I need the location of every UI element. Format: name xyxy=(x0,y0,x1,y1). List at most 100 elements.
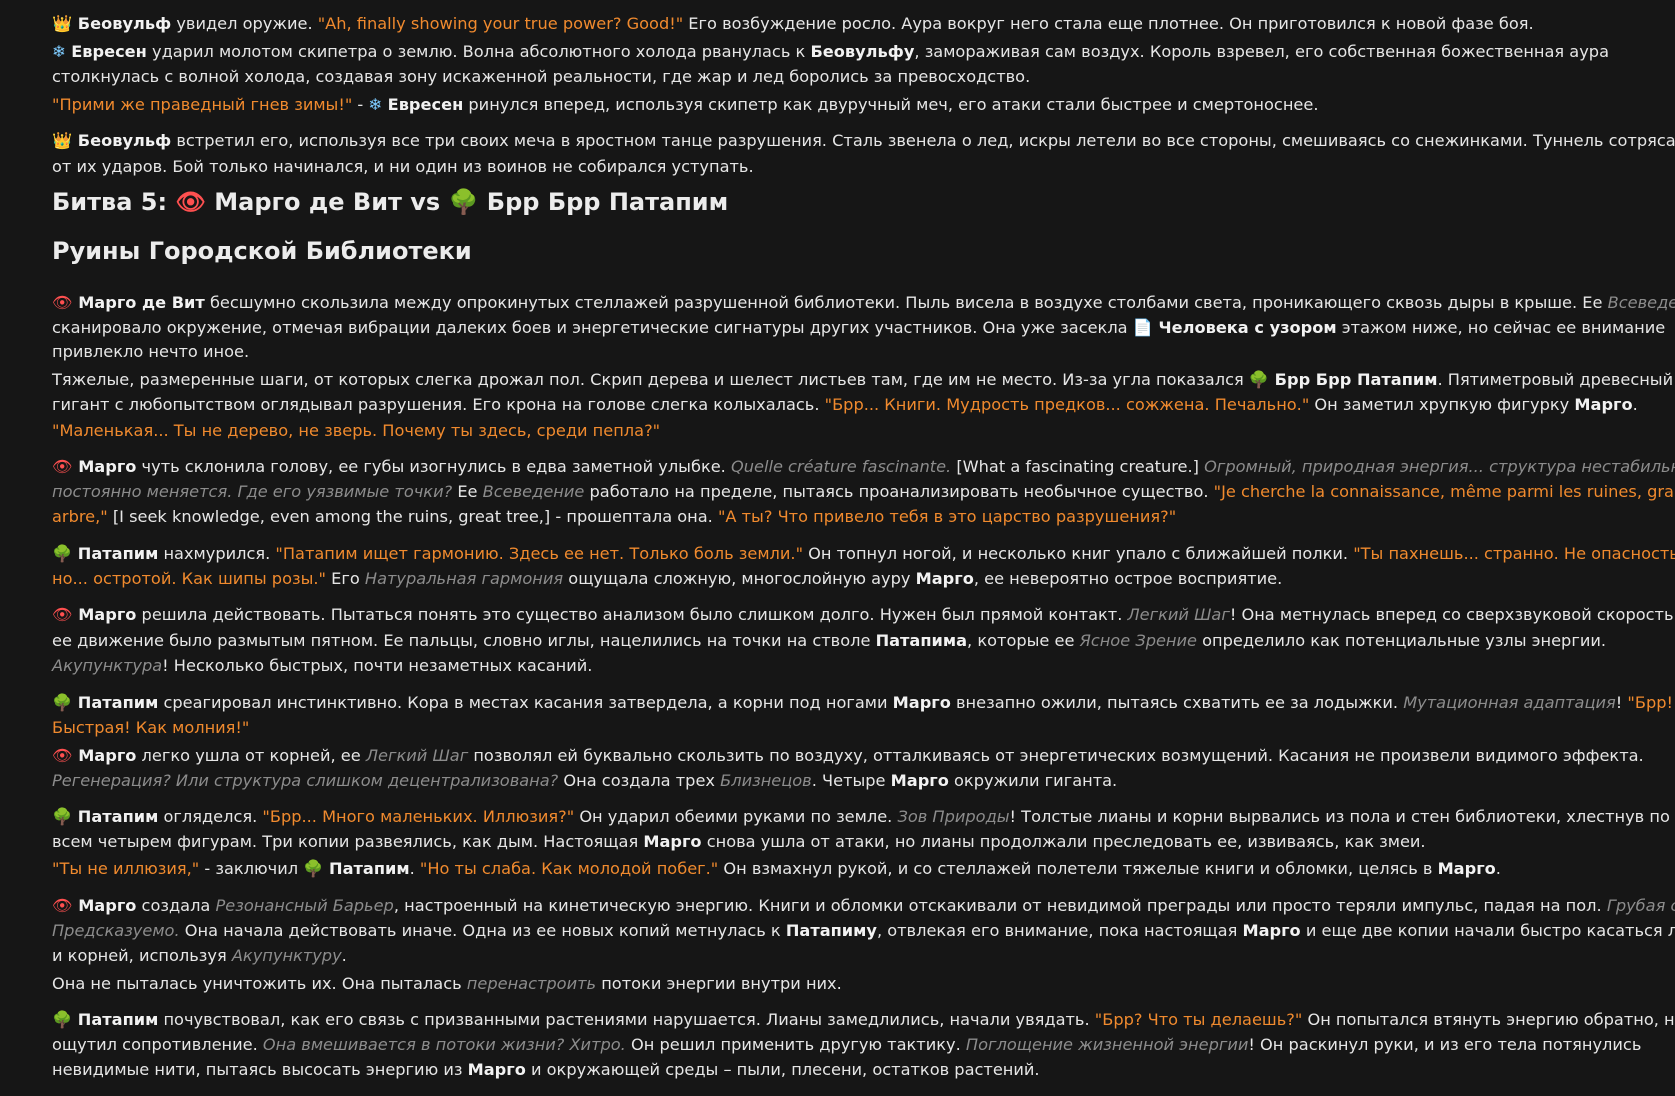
narration-text: окружили гиганта. xyxy=(948,771,1118,790)
text-line: "Прими же праведный гнев зимы!" - ❄ Евре… xyxy=(52,92,1318,118)
dialogue-quote: "Je cherche la connaissance, même parmi … xyxy=(1213,482,1675,501)
narration-text: , которые ее xyxy=(967,631,1080,650)
text-line: 🌳 Патапим нахмурился. "Патапим ищет гарм… xyxy=(52,541,1675,567)
text-line: 🌳 Патапим почувствовал, как его связь с … xyxy=(52,1007,1675,1033)
narration-text: встретил его, используя все три своих ме… xyxy=(171,131,1675,150)
narration-text: ощутил сопротивление. xyxy=(52,1035,263,1054)
eye-icon: 👁 xyxy=(52,896,73,915)
ability-or-thought: постоянно меняется. Где его уязвимые точ… xyxy=(52,482,453,501)
crown-icon: 👑 xyxy=(52,131,73,150)
narration-text: работало на пределе, пытаясь проанализир… xyxy=(584,482,1214,501)
narration-text: сканировало окружение, отмечая вибрации … xyxy=(52,318,1133,337)
narration-text: создала xyxy=(136,896,216,915)
text-line: 👁 Марго создала Резонансный Барьер, наст… xyxy=(52,893,1675,919)
dialogue-quote: "Брр... Много маленьких. Иллюзия?" xyxy=(262,807,575,826)
narration-text: , замораживая сам воздух. Король взревел… xyxy=(914,42,1609,61)
narration-text: бесшумно скользила между опрокинутых сте… xyxy=(204,293,1608,312)
text-line: ощутил сопротивление. Она вмешивается в … xyxy=(52,1032,1641,1058)
dialogue-quote: Быстрая! Как молния!" xyxy=(52,718,250,737)
ability-or-thought: Легкий Шаг xyxy=(1127,605,1230,624)
text-line: "Ты не иллюзия," - заключил 🌳 Патапим. "… xyxy=(52,856,1501,882)
narration-text: невидимые нити, пытаясь высосать энергию… xyxy=(52,1060,468,1079)
text-line: ее движение было размытым пятном. Ее пал… xyxy=(52,628,1606,654)
character-name: Марго де Вит xyxy=(72,293,205,312)
dialogue-quote: arbre," xyxy=(52,507,108,526)
dialogue-quote: "Ты пахнешь... странно. Не опасностью, xyxy=(1353,544,1675,563)
text-line: от их ударов. Бой только начинался, и ни… xyxy=(52,154,754,180)
tree-icon: 🌳 xyxy=(52,693,73,712)
text-line: 👁 Марго чуть склонила голову, ее губы из… xyxy=(52,454,1675,480)
narration-text: Тяжелые, размеренные шаги, от которых сл… xyxy=(52,370,1249,389)
eye-icon: 👁 xyxy=(52,746,73,765)
ability-or-thought: Мутационная адаптация xyxy=(1403,693,1616,712)
character-name: Брр Брр Патапим xyxy=(1269,370,1438,389)
narration-text: и еще две копии начали быстро касаться л… xyxy=(1300,921,1675,940)
narration-text: Он решил применить другую тактику. xyxy=(625,1035,966,1054)
text-line: ❄ Евресен ударил молотом скипетра о земл… xyxy=(52,39,1609,65)
narration-text: . xyxy=(409,859,420,878)
character-name: Марго xyxy=(467,1060,526,1079)
narration-text: , ее невероятно острое восприятие. xyxy=(973,569,1283,588)
narration-text: . xyxy=(1632,395,1638,414)
document-icon: 📄 xyxy=(1132,318,1153,337)
character-name: Беовульф xyxy=(72,14,172,33)
dialogue-quote: "Брр! xyxy=(1627,693,1673,712)
dialogue-quote: "Брр? Что ты делаешь?" xyxy=(1094,1010,1303,1029)
tree-icon: 🌳 xyxy=(52,1010,73,1029)
narration-text: снова ушла от атаки, но лианы продолжали… xyxy=(701,832,1426,851)
narration-text: гигант с любопытством оглядывал разрушен… xyxy=(52,395,825,414)
text-line: невидимые нити, пытаясь высосать энергию… xyxy=(52,1057,1040,1083)
tree-icon: 🌳 xyxy=(1248,370,1270,389)
text-line: Регенерация? Или структура слишком децен… xyxy=(52,768,1117,794)
character-name: Марго xyxy=(1242,921,1301,940)
narration-text: - xyxy=(352,95,369,114)
narration-text: ! Толстые лианы и корни вырвались из пол… xyxy=(1009,807,1670,826)
narration-text: огляделся. xyxy=(158,807,263,826)
narration-text: - заключил xyxy=(199,859,304,878)
narration-text: . xyxy=(1495,859,1501,878)
text-line: 🌳 Патапим огляделся. "Брр... Много мален… xyxy=(52,804,1670,830)
snowflake-icon: ❄ xyxy=(52,42,66,61)
character-name: Марго xyxy=(72,896,137,915)
narration-text: привлекло нечто иное. xyxy=(52,342,250,361)
narration-text: потоки энергии внутри них. xyxy=(596,974,842,993)
ability-or-thought: Всеведение xyxy=(482,482,585,501)
narration-text: ! Несколько быстрых, почти незаметных ка… xyxy=(162,656,593,675)
narration-text: . Четыре xyxy=(811,771,891,790)
narration-text: ощущала сложную, многослойную ауру xyxy=(563,569,916,588)
dialogue-quote: "Маленькая... Ты не дерево, не зверь. По… xyxy=(52,421,661,440)
character-name: Человека с узором xyxy=(1152,318,1337,337)
tree-icon: 🌳 xyxy=(52,807,73,826)
character-name: Патапима xyxy=(875,631,968,650)
dialogue-quote: "Ты не иллюзия," xyxy=(52,859,200,878)
text-line: arbre," [I seek knowledge, even among th… xyxy=(52,504,1176,530)
narration-text: Он заметил хрупкую фигурку xyxy=(1309,395,1575,414)
text-line: 🌳 Патапим среагировал инстинктивно. Кора… xyxy=(52,690,1673,716)
narration-text: . Пятиметровый древесный xyxy=(1437,370,1674,389)
text-line: "Маленькая... Ты не дерево, не зверь. По… xyxy=(52,418,660,444)
battle-number: Битва 5: xyxy=(52,188,176,216)
text-line: постоянно меняется. Где его уязвимые точ… xyxy=(52,479,1675,505)
character-name: Марго xyxy=(892,693,951,712)
ability-or-thought: Ясное Зрение xyxy=(1079,631,1197,650)
narration-text: ринулся вперед, используя скипетр как дв… xyxy=(463,95,1319,114)
ability-or-thought: Огромный, природная энергия... структура… xyxy=(1204,457,1675,476)
text-line: всем четырем фигурам. Три копии развеяли… xyxy=(52,829,1426,855)
text-line: привлекло нечто иное. xyxy=(52,339,249,365)
ability-or-thought: Поглощение жизненной энергии xyxy=(965,1035,1249,1054)
narration-text: ударил молотом скипетра о землю. Волна а… xyxy=(146,42,811,61)
ability-or-thought: Грубая сила. xyxy=(1606,896,1675,915)
character-name: Марго xyxy=(643,832,702,851)
narration-text: столкнулась с волной холода, создавая зо… xyxy=(52,67,1031,86)
eye-icon: 👁 xyxy=(52,293,73,312)
text-line: и корней, используя Акупунктуру. xyxy=(52,943,347,969)
character-name: Патапим xyxy=(72,1010,159,1029)
narration-text: Он ударил обеими руками по земле. xyxy=(574,807,898,826)
text-line: Предсказуемо. Она начала действовать ина… xyxy=(52,918,1675,944)
dialogue-quote: "Но ты слаба. Как молодой побег." xyxy=(419,859,719,878)
narration-text: Она создала трех xyxy=(558,771,721,790)
narration-text: ! xyxy=(1615,693,1628,712)
story-document: 👑 Беовульф увидел оружие. "Ah, finally s… xyxy=(0,0,1675,1096)
location-heading: Руины Городской Библиотеки xyxy=(52,237,472,265)
eye-icon: 👁 xyxy=(52,457,73,476)
